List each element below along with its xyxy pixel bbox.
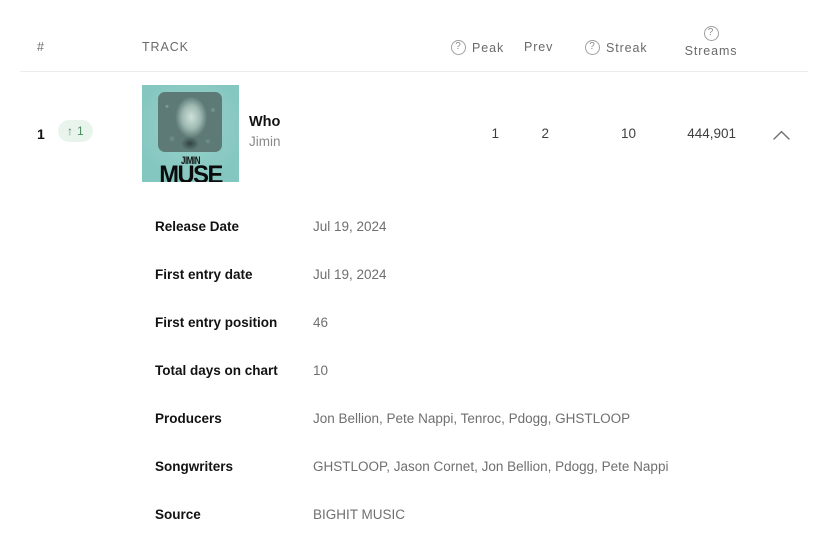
- detail-label: Producers: [155, 411, 222, 426]
- detail-value: 46: [313, 315, 329, 330]
- detail-row-total-days-on-chart: Total days on chart 10: [155, 360, 775, 408]
- detail-value: Jul 19, 2024: [313, 219, 387, 234]
- table-header-row: # TRACK ? Peak Prev ? Streak ? Streams: [20, 14, 808, 72]
- column-header-streak: ? Streak: [585, 40, 648, 55]
- detail-label: Source: [155, 507, 201, 522]
- detail-value: GHSTLOOP, Jason Cornet, Jon Bellion, Pdo…: [313, 459, 669, 474]
- album-art[interactable]: JIMIN MUSE: [142, 85, 239, 182]
- detail-label: Release Date: [155, 219, 240, 234]
- chevron-up-icon: [772, 130, 790, 140]
- track-title[interactable]: Who: [249, 113, 439, 133]
- detail-row-first-entry-position: First entry position 46: [155, 312, 775, 360]
- detail-value: Jul 19, 2024: [313, 267, 387, 282]
- column-header-prev: Prev: [524, 40, 554, 54]
- track-prev-value: 2: [541, 126, 549, 141]
- detail-value: Jon Bellion, Pete Nappi, Tenroc, Pdogg, …: [313, 411, 631, 426]
- help-icon[interactable]: ?: [585, 40, 600, 55]
- detail-row-source: Source BIGHIT MUSIC: [155, 504, 775, 552]
- help-icon-glyph: ?: [589, 41, 596, 52]
- help-icon[interactable]: ?: [703, 26, 719, 41]
- help-icon-glyph: ?: [707, 27, 715, 38]
- track-streak-value: 10: [620, 126, 636, 141]
- column-header-peak-label: Peak: [472, 40, 505, 55]
- column-header-streak-label: Streak: [606, 40, 648, 55]
- track-artist[interactable]: Jimin: [249, 133, 439, 152]
- detail-row-first-entry-date: First entry date Jul 19, 2024: [155, 264, 775, 312]
- column-header-streams: ? Streams: [678, 26, 744, 58]
- column-header-track: TRACK: [142, 40, 189, 54]
- chart-table: # TRACK ? Peak Prev ? Streak ? Streams 1…: [0, 0, 828, 537]
- help-icon[interactable]: ?: [451, 40, 466, 55]
- detail-row-songwriters: Songwriters GHSTLOOP, Jason Cornet, Jon …: [155, 456, 775, 504]
- column-header-rank: #: [37, 40, 45, 54]
- album-art-photo: [158, 92, 222, 152]
- detail-label: First entry date: [155, 267, 253, 282]
- track-detail-panel: Release Date Jul 19, 2024 First entry da…: [155, 216, 775, 552]
- track-meta: Who Jimin: [249, 113, 439, 151]
- rank-movement-badge: ↑ 1: [58, 120, 93, 142]
- detail-label: First entry position: [155, 315, 278, 330]
- column-header-streams-label: Streams: [684, 44, 738, 58]
- table-row[interactable]: 1 ↑ 1 JIMIN MUSE Who Jimin 1 2 10 444,90…: [20, 74, 808, 194]
- rank-movement-value: 1: [77, 124, 84, 138]
- detail-row-release-date: Release Date Jul 19, 2024: [155, 216, 775, 264]
- help-icon-glyph: ?: [455, 41, 462, 52]
- column-header-peak: ? Peak: [451, 40, 504, 55]
- detail-label: Songwriters: [155, 459, 234, 474]
- detail-value: 10: [313, 363, 329, 378]
- detail-label: Total days on chart: [155, 363, 278, 378]
- track-peak-value: 1: [491, 126, 499, 141]
- track-rank: 1: [37, 126, 45, 142]
- track-streams-value: 444,901: [687, 126, 736, 141]
- collapse-row-button[interactable]: [764, 118, 798, 152]
- arrow-up-icon: ↑: [67, 124, 73, 138]
- album-art-album-text: MUSE: [159, 161, 223, 183]
- detail-value: BIGHIT MUSIC: [313, 507, 406, 522]
- detail-row-producers: Producers Jon Bellion, Pete Nappi, Tenro…: [155, 408, 775, 456]
